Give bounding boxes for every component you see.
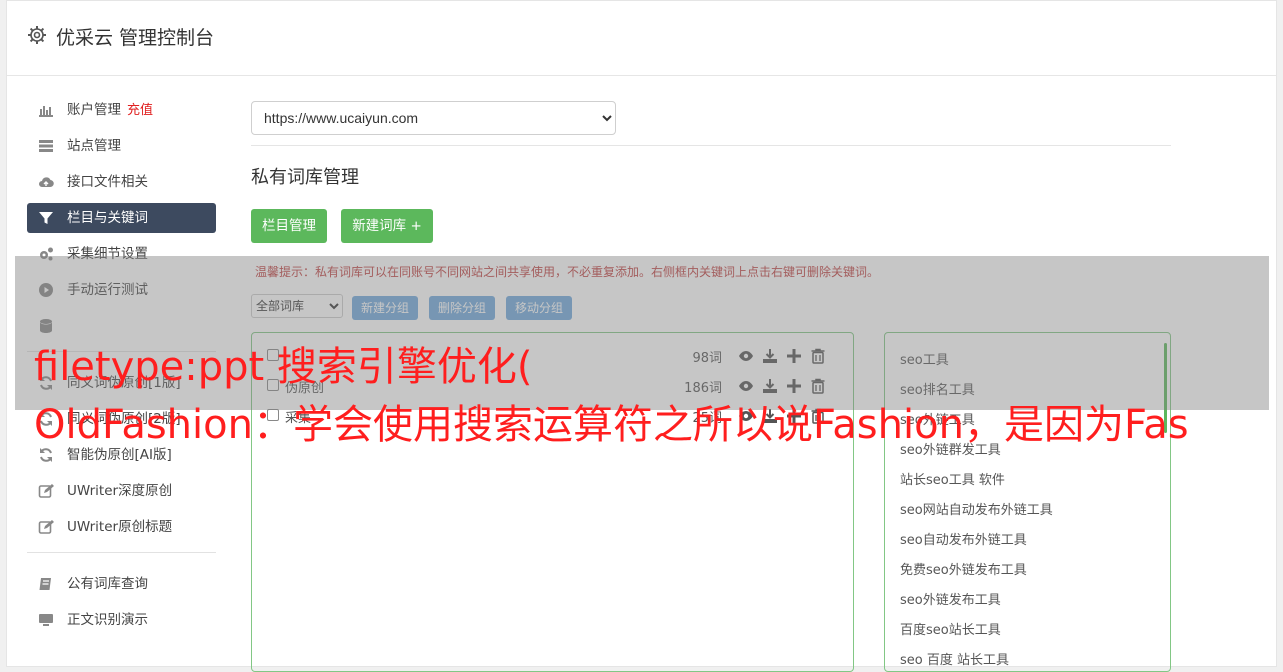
- sidebar-item-label: UWriter深度原创: [67, 483, 173, 499]
- page-title: 私有词库管理: [251, 167, 359, 188]
- watermark-line-2: OldFashion：学会使用搜索运算符之所以说Fashion，是因为Fas: [34, 402, 1189, 448]
- sidebar-item-account[interactable]: 账户管理 充值: [27, 95, 216, 125]
- keyword-item[interactable]: seo网站自动发布外链工具: [900, 499, 1053, 518]
- keyword-item[interactable]: 免费seo外链发布工具: [900, 559, 1027, 578]
- sidebar-item-label: 账户管理: [67, 102, 121, 118]
- sidebar-item-public-library[interactable]: 公有词库查询: [27, 569, 216, 599]
- keyword-item[interactable]: seo外链发布工具: [900, 589, 1001, 608]
- sidebar-item-interface-files[interactable]: 接口文件相关: [27, 167, 216, 197]
- sidebar-item-text-recognition[interactable]: 正文识别演示: [27, 605, 216, 635]
- content-divider: [251, 145, 1171, 146]
- book-icon: [39, 578, 51, 590]
- watermark-line-1: filetype:ppt 搜索引擎优化(: [34, 344, 533, 390]
- sidebar-item-label: 栏目与关键词: [67, 210, 148, 226]
- sidebar-item-label: 正文识别演示: [67, 612, 148, 628]
- sidebar-item-label: 公有词库查询: [67, 576, 148, 592]
- sidebar-item-label: 站点管理: [67, 138, 121, 154]
- sidebar-item-columns-keywords[interactable]: 栏目与关键词: [27, 203, 216, 233]
- sidebar-item-uwriter-deep[interactable]: UWriter深度原创: [27, 476, 216, 506]
- sidebar-divider: [27, 552, 216, 553]
- header: 优采云 管理控制台: [7, 1, 1276, 76]
- recharge-link[interactable]: 充值: [127, 103, 153, 118]
- column-manage-button[interactable]: 栏目管理: [251, 209, 327, 243]
- sidebar-item-label: 接口文件相关: [67, 174, 148, 190]
- keyword-item[interactable]: 百度seo站长工具: [900, 619, 1001, 638]
- edit-icon: [38, 520, 54, 534]
- sidebar-item-uwriter-title[interactable]: UWriter原创标题: [27, 512, 216, 542]
- gear-icon: [28, 26, 46, 44]
- bar-chart-icon: [39, 106, 53, 117]
- site-select[interactable]: https://www.ucaiyun.com: [251, 101, 616, 135]
- server-icon: [39, 140, 53, 152]
- monitor-icon: [39, 614, 53, 626]
- sidebar-item-sites[interactable]: 站点管理: [27, 131, 216, 161]
- app-title: 优采云 管理控制台: [56, 27, 215, 49]
- sidebar-item-label: UWriter原创标题: [67, 519, 173, 535]
- keyword-item[interactable]: 站长seo工具 软件: [900, 469, 1005, 488]
- filter-icon: [39, 212, 53, 224]
- keyword-item[interactable]: seo 百度 站长工具: [900, 649, 1009, 668]
- cloud-upload-icon: [39, 177, 54, 188]
- new-library-button[interactable]: 新建词库 +: [341, 209, 433, 243]
- keyword-item[interactable]: seo自动发布外链工具: [900, 529, 1027, 548]
- edit-icon: [38, 484, 54, 498]
